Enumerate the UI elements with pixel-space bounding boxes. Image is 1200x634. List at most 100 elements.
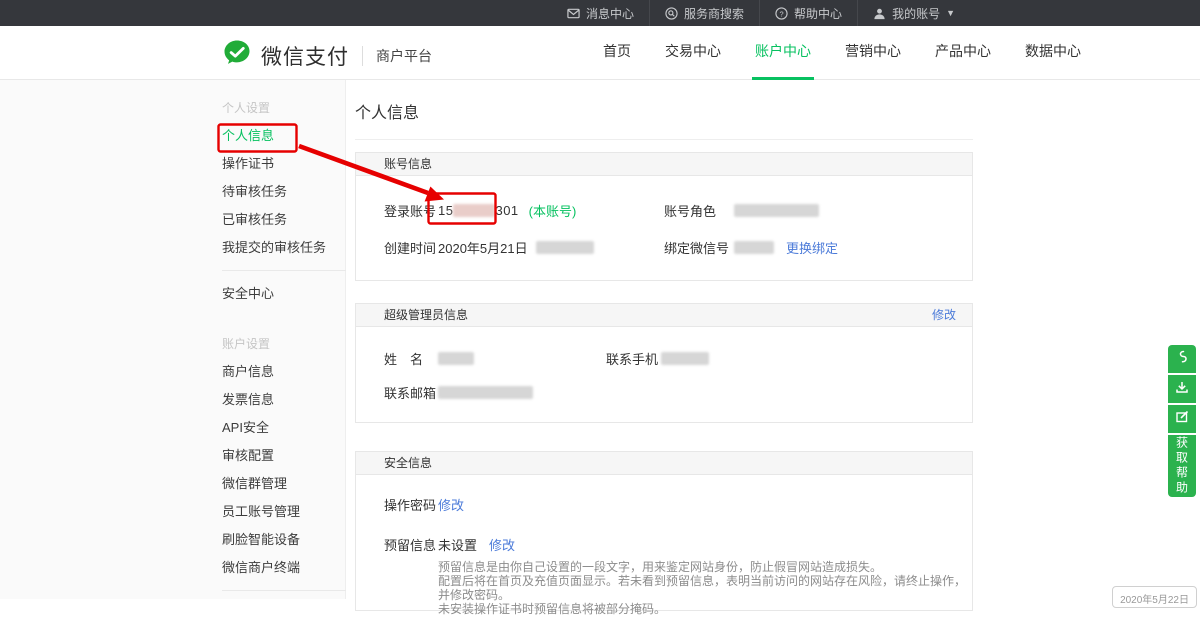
login-number-prefix: 15 bbox=[438, 203, 453, 218]
user-icon bbox=[873, 7, 886, 20]
description-line: 预留信息是由你自己设置的一段文字，用来鉴定网站身份，防止假冒网站造成损失。 bbox=[438, 560, 972, 574]
hotline-button[interactable] bbox=[1168, 345, 1196, 373]
sidebar-item-reviewed-tasks[interactable]: 已审核任务 bbox=[222, 206, 345, 234]
floating-help-widget: 获取帮助 bbox=[1168, 345, 1196, 497]
account-role-value bbox=[734, 204, 972, 217]
bound-wechat-value: 更换绑定 bbox=[734, 238, 972, 257]
super-admin-card-header: 超级管理员信息 修改 bbox=[356, 304, 972, 327]
feedback-button[interactable] bbox=[1168, 405, 1196, 433]
contact-phone-redacted bbox=[661, 352, 709, 365]
download-icon bbox=[1174, 379, 1190, 400]
header: 微信支付 商户平台 首页 交易中心 账户中心 营销中心 产品中心 数据中心 bbox=[0, 26, 1200, 80]
sidebar-item-personal-info[interactable]: 个人信息 bbox=[222, 122, 345, 150]
topbar-message-center[interactable]: 消息中心 bbox=[552, 0, 649, 26]
sidebar-item-pending-review-tasks[interactable]: 待审核任务 bbox=[222, 178, 345, 206]
topbar: 消息中心 服务商搜索 ? 帮助中心 我的账号 ▼ bbox=[0, 0, 1200, 26]
created-date-text: 2020年5月21日 bbox=[438, 238, 528, 257]
sidebar-item-wechat-merchant-terminal[interactable]: 微信商户终端 bbox=[222, 554, 345, 582]
login-number-redacted bbox=[453, 204, 495, 217]
topbar-help-center[interactable]: ? 帮助中心 bbox=[759, 0, 857, 26]
reserved-info-status: 未设置 bbox=[438, 535, 477, 554]
wechat-pay-merchant-platform: { "colors": { "accent_green": "#07c160",… bbox=[0, 0, 1200, 599]
login-account-label: 登录账号 bbox=[384, 201, 438, 220]
admin-name-value bbox=[438, 352, 606, 365]
download-button[interactable] bbox=[1168, 375, 1196, 403]
mail-icon bbox=[567, 7, 580, 20]
contact-phone-value bbox=[661, 352, 972, 365]
security-info-card-body: 操作密码 修改 预留信息 未设置 修改 预留信息是由你自己设置的一段文字，用来鉴… bbox=[356, 475, 972, 634]
reserved-info-row: 预留信息 未设置 修改 bbox=[356, 534, 972, 554]
sidebar-spacer bbox=[222, 308, 345, 330]
account-info-card-header: 账号信息 bbox=[356, 153, 972, 176]
sidebar-item-review-config[interactable]: 审核配置 bbox=[222, 442, 345, 470]
operation-password-label: 操作密码 bbox=[384, 495, 438, 514]
sidebar-item-my-submitted-review-tasks[interactable]: 我提交的审核任务 bbox=[222, 234, 345, 262]
topbar-item-label: 消息中心 bbox=[586, 5, 634, 22]
sidebar-divider bbox=[222, 270, 346, 271]
edit-icon bbox=[1174, 409, 1190, 430]
nav-home[interactable]: 首页 bbox=[600, 26, 634, 80]
main-content: 个人信息 账号信息 登录账号 15 301 (本账号) 账号角色 创建时 bbox=[355, 80, 973, 611]
description-line: 配置后将在首页及充值页面显示。若未看到预留信息，表明当前访问的网站存在风险，请终… bbox=[438, 574, 972, 602]
set-reserved-info-link[interactable]: 修改 bbox=[489, 535, 515, 554]
security-info-card: 安全信息 操作密码 修改 预留信息 未设置 修改 预留信息是由你自己设置的一段文… bbox=[355, 451, 973, 611]
reserved-info-description: 预留信息是由你自己设置的一段文字，用来鉴定网站身份，防止假冒网站造成损失。 配置… bbox=[356, 560, 972, 616]
change-password-link[interactable]: 修改 bbox=[438, 495, 464, 514]
get-help-button[interactable]: 获取帮助 bbox=[1168, 435, 1196, 497]
topbar-item-label: 服务商搜索 bbox=[684, 5, 744, 22]
edit-admin-link[interactable]: 修改 bbox=[932, 304, 956, 326]
sidebar-item-security-center[interactable]: 安全中心 bbox=[222, 280, 345, 308]
brand[interactable]: 微信支付 商户平台 bbox=[222, 38, 432, 73]
admin-name-redacted bbox=[438, 352, 474, 365]
contact-email-value bbox=[438, 386, 606, 399]
chevron-down-icon: ▼ bbox=[946, 8, 955, 18]
nav-transaction-center[interactable]: 交易中心 bbox=[662, 26, 724, 80]
sidebar-item-api-security[interactable]: API安全 bbox=[222, 414, 345, 442]
account-role-redacted bbox=[734, 204, 819, 217]
sidebar-item-staff-account-management[interactable]: 员工账号管理 bbox=[222, 498, 345, 526]
sidebar-item-merchant-info[interactable]: 商户信息 bbox=[222, 358, 345, 386]
topbar-item-label: 我的账号 bbox=[892, 5, 940, 22]
contact-email-label: 联系邮箱 bbox=[384, 383, 438, 402]
bound-wechat-redacted bbox=[734, 241, 774, 254]
sidebar-group-personal-settings: 个人设置 bbox=[222, 94, 345, 122]
super-admin-card: 超级管理员信息 修改 姓 名 联系手机 联系邮箱 bbox=[355, 303, 973, 423]
sidebar-item-wechat-group-management[interactable]: 微信群管理 bbox=[222, 470, 345, 498]
section-title: 账号信息 bbox=[384, 157, 432, 171]
created-time-value: 2020年5月21日 bbox=[438, 238, 664, 257]
topbar-service-provider-search[interactable]: 服务商搜索 bbox=[649, 0, 759, 26]
nav-product-center[interactable]: 产品中心 bbox=[932, 26, 994, 80]
nav-account-center[interactable]: 账户中心 bbox=[752, 26, 814, 80]
sidebar-item-operation-certificate[interactable]: 操作证书 bbox=[222, 150, 345, 178]
contact-email-redacted bbox=[438, 386, 533, 399]
sidebar: 个人设置 个人信息 操作证书 待审核任务 已审核任务 我提交的审核任务 安全中心… bbox=[0, 80, 346, 599]
sidebar-group-account-settings: 账户设置 bbox=[222, 330, 345, 358]
sidebar-divider bbox=[222, 590, 346, 591]
svg-text:?: ? bbox=[779, 9, 783, 18]
wechat-pay-logo-icon bbox=[222, 38, 252, 73]
sidebar-item-face-smart-device[interactable]: 刷脸智能设备 bbox=[222, 526, 345, 554]
section-title: 超级管理员信息 bbox=[384, 308, 468, 322]
super-admin-card-body: 姓 名 联系手机 联系邮箱 bbox=[356, 327, 972, 422]
hotline-icon bbox=[1174, 349, 1190, 370]
account-role-label: 账号角色 bbox=[664, 201, 734, 220]
sidebar-item-invoice-info[interactable]: 发票信息 bbox=[222, 386, 345, 414]
date-tooltip: 2020年5月22日 bbox=[1112, 586, 1197, 608]
brand-divider bbox=[362, 46, 363, 66]
contact-phone-label: 联系手机 bbox=[606, 349, 661, 368]
operation-password-row: 操作密码 修改 bbox=[356, 494, 972, 514]
brand-name: 微信支付 bbox=[261, 41, 349, 71]
portal-name: 商户平台 bbox=[376, 46, 432, 66]
current-account-tag: (本账号) bbox=[529, 201, 577, 220]
nav-data-center[interactable]: 数据中心 bbox=[1022, 26, 1084, 80]
topbar-my-account[interactable]: 我的账号 ▼ bbox=[857, 0, 970, 26]
help-icon: ? bbox=[775, 7, 788, 20]
nav-marketing-center[interactable]: 营销中心 bbox=[842, 26, 904, 80]
account-row-1: 登录账号 15 301 (本账号) 账号角色 bbox=[356, 195, 972, 225]
topbar-item-label: 帮助中心 bbox=[794, 5, 842, 22]
description-line: 未安装操作证书时预留信息将被部分掩码。 bbox=[438, 602, 972, 616]
account-row-2: 创建时间 2020年5月21日 绑定微信号 更换绑定 bbox=[356, 232, 972, 262]
main-nav: 首页 交易中心 账户中心 营销中心 产品中心 数据中心 bbox=[586, 26, 1098, 80]
admin-name-label: 姓 名 bbox=[384, 349, 438, 368]
change-binding-link[interactable]: 更换绑定 bbox=[786, 238, 838, 257]
